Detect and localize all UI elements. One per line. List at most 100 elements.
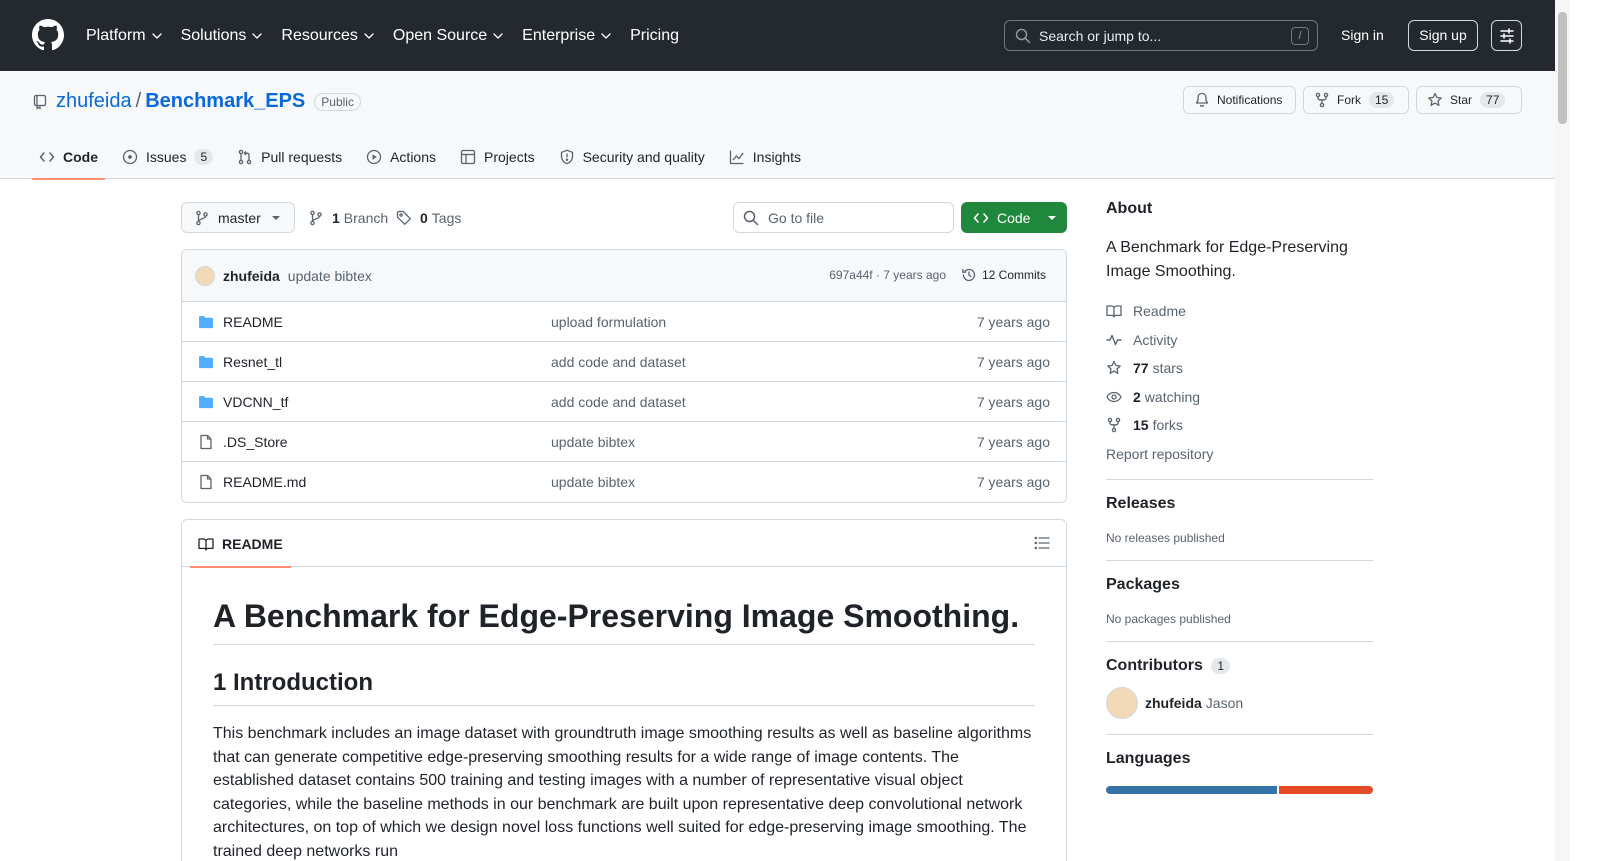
contributor-item[interactable]: zhufeida Jason: [1106, 687, 1373, 719]
page-scrollbar[interactable]: [1555, 0, 1570, 861]
nav-label: Resources: [281, 26, 358, 44]
file-name-link[interactable]: .DS_Store: [223, 434, 288, 450]
nav-open-source[interactable]: Open Source: [393, 27, 503, 45]
file-row[interactable]: VDCNN_tf add code and dataset 7 years ago: [182, 382, 1066, 422]
contributors-label: Contributors: [1106, 657, 1203, 674]
about-heading: About: [1106, 200, 1153, 217]
list-unordered-icon[interactable]: [1034, 535, 1050, 551]
nav-label: Platform: [86, 26, 146, 44]
nav-solutions[interactable]: Solutions: [181, 27, 263, 45]
chevron-down-icon: [493, 32, 503, 39]
contributors-count: 1: [1211, 658, 1231, 674]
star-button[interactable]: Star 77: [1416, 86, 1522, 114]
sidebar-link-watching[interactable]: 2 watching: [1106, 383, 1373, 412]
branches-link[interactable]: 1 Branch: [308, 210, 388, 226]
sidebar-link-activity[interactable]: Activity: [1106, 326, 1373, 355]
sidebar-link-stars[interactable]: 77 stars: [1106, 354, 1373, 383]
file-row[interactable]: README.md update bibtex 7 years ago: [182, 462, 1066, 502]
tab-insights[interactable]: Insights: [722, 134, 808, 179]
nav-platform[interactable]: Platform: [86, 27, 162, 45]
readme-heading-1: A Benchmark for Edge-Preserving Image Sm…: [213, 596, 1035, 645]
search-shortcut-key: /: [1291, 27, 1309, 45]
go-to-file-placeholder: Go to file: [768, 209, 825, 226]
readme-heading-2: 1 Introduction: [213, 668, 1035, 706]
fork-button[interactable]: Fork 15: [1303, 86, 1409, 114]
sidebar-divider: [1106, 479, 1373, 480]
contributor-avatar[interactable]: [1106, 687, 1138, 719]
code-icon: [973, 210, 989, 226]
file-name-link[interactable]: README: [223, 314, 283, 330]
file-commit-message-link[interactable]: update bibtex: [551, 474, 635, 490]
sidebar-link-label: forks: [1152, 417, 1183, 434]
commit-message-link[interactable]: update bibtex: [288, 268, 372, 284]
file-commit-message-link[interactable]: upload formulation: [551, 314, 666, 330]
menu-button[interactable]: [1491, 20, 1522, 51]
repo-name-link[interactable]: Benchmark_EPS: [145, 90, 305, 113]
language-segment[interactable]: [1106, 786, 1277, 794]
commit-author-link[interactable]: zhufeida: [223, 268, 280, 284]
tab-actions[interactable]: Actions: [359, 134, 443, 179]
code-button[interactable]: Code: [961, 202, 1067, 233]
book-icon: [198, 536, 222, 552]
visibility-badge: Public: [314, 92, 361, 111]
search-input[interactable]: Search or jump to... /: [1004, 20, 1318, 51]
contributors-heading[interactable]: Contributors 1: [1106, 657, 1373, 675]
author-avatar[interactable]: [195, 265, 215, 286]
notifications-button[interactable]: Notifications: [1183, 86, 1296, 114]
language-bar: [1106, 786, 1373, 794]
sidebar-link-forks[interactable]: 15 forks: [1106, 411, 1373, 440]
contributor-login[interactable]: zhufeida: [1145, 695, 1202, 711]
scrollbar-thumb[interactable]: [1558, 12, 1567, 124]
tab-label: Insights: [752, 148, 802, 165]
sign-in-link[interactable]: Sign in: [1341, 27, 1384, 43]
file-name-link[interactable]: README.md: [223, 474, 306, 490]
repo-sidebar: About A Benchmark for Edge-Preserving Im…: [1106, 200, 1373, 794]
tab-security-and-quality[interactable]: Security and quality: [552, 134, 712, 179]
file-row[interactable]: .DS_Store update bibtex 7 years ago: [182, 422, 1066, 462]
file-row[interactable]: Resnet_tl add code and dataset 7 years ago: [182, 342, 1066, 382]
releases-note: No releases published: [1106, 531, 1225, 545]
git-pull-request-icon: [237, 149, 261, 165]
issue-opened-icon: [122, 149, 146, 165]
readme-header: README: [182, 520, 1066, 568]
contributor-name: Jason: [1205, 695, 1244, 711]
latest-commit-bar: zhufeida update bibtex 697a44f · 7 years…: [182, 250, 1066, 302]
tab-projects[interactable]: Projects: [453, 134, 542, 179]
report-repository-link[interactable]: Report repository: [1106, 440, 1373, 469]
book-icon: [1106, 303, 1133, 319]
chevron-down-icon: [601, 32, 611, 39]
file-commit-message-link[interactable]: add code and dataset: [551, 394, 686, 410]
tab-pull-requests[interactable]: Pull requests: [230, 134, 349, 179]
file-name-link[interactable]: Resnet_tl: [223, 354, 282, 370]
packages-heading[interactable]: Packages: [1106, 576, 1373, 594]
graph-icon: [729, 149, 753, 165]
commits-history-link[interactable]: 12 Commits: [961, 267, 1046, 283]
file-commit-age: 7 years ago: [976, 313, 1050, 330]
tags-link[interactable]: 0 Tags: [396, 210, 461, 226]
language-segment[interactable]: [1278, 786, 1373, 794]
file-name-link[interactable]: VDCNN_tf: [223, 394, 288, 410]
file-commit-message-link[interactable]: update bibtex: [551, 434, 635, 450]
sign-up-button[interactable]: Sign up: [1408, 20, 1478, 51]
file-list: README upload formulation 7 years ago Resne…: [182, 302, 1066, 502]
github-logo-icon[interactable]: [32, 19, 64, 51]
readme-tab-label: README: [222, 535, 283, 552]
repo-owner-link[interactable]: zhufeida: [56, 90, 132, 113]
tab-issues[interactable]: Issues 5: [115, 134, 220, 179]
file-row[interactable]: README upload formulation 7 years ago: [182, 302, 1066, 342]
repo-header: zhufeida / Benchmark_EPS Public Notifica…: [0, 71, 1555, 180]
releases-heading[interactable]: Releases: [1106, 495, 1373, 513]
nav-resources[interactable]: Resources: [281, 26, 374, 45]
readme-tab[interactable]: README: [190, 520, 291, 568]
commit-sha-age[interactable]: 697a44f · 7 years ago: [829, 268, 946, 282]
repo-forked-icon: [1314, 92, 1337, 108]
nav-pricing[interactable]: Pricing: [630, 27, 679, 45]
go-to-file-input[interactable]: Go to file: [733, 202, 954, 233]
tab-code[interactable]: Code: [32, 134, 105, 180]
sidebar-link-readme[interactable]: Readme: [1106, 297, 1373, 326]
nav-enterprise[interactable]: Enterprise: [522, 27, 611, 45]
nav-label: Solutions: [180, 26, 247, 44]
branch-select-button[interactable]: master: [181, 202, 295, 233]
tab-counter: 5: [194, 148, 214, 165]
file-commit-message-link[interactable]: add code and dataset: [551, 354, 686, 370]
